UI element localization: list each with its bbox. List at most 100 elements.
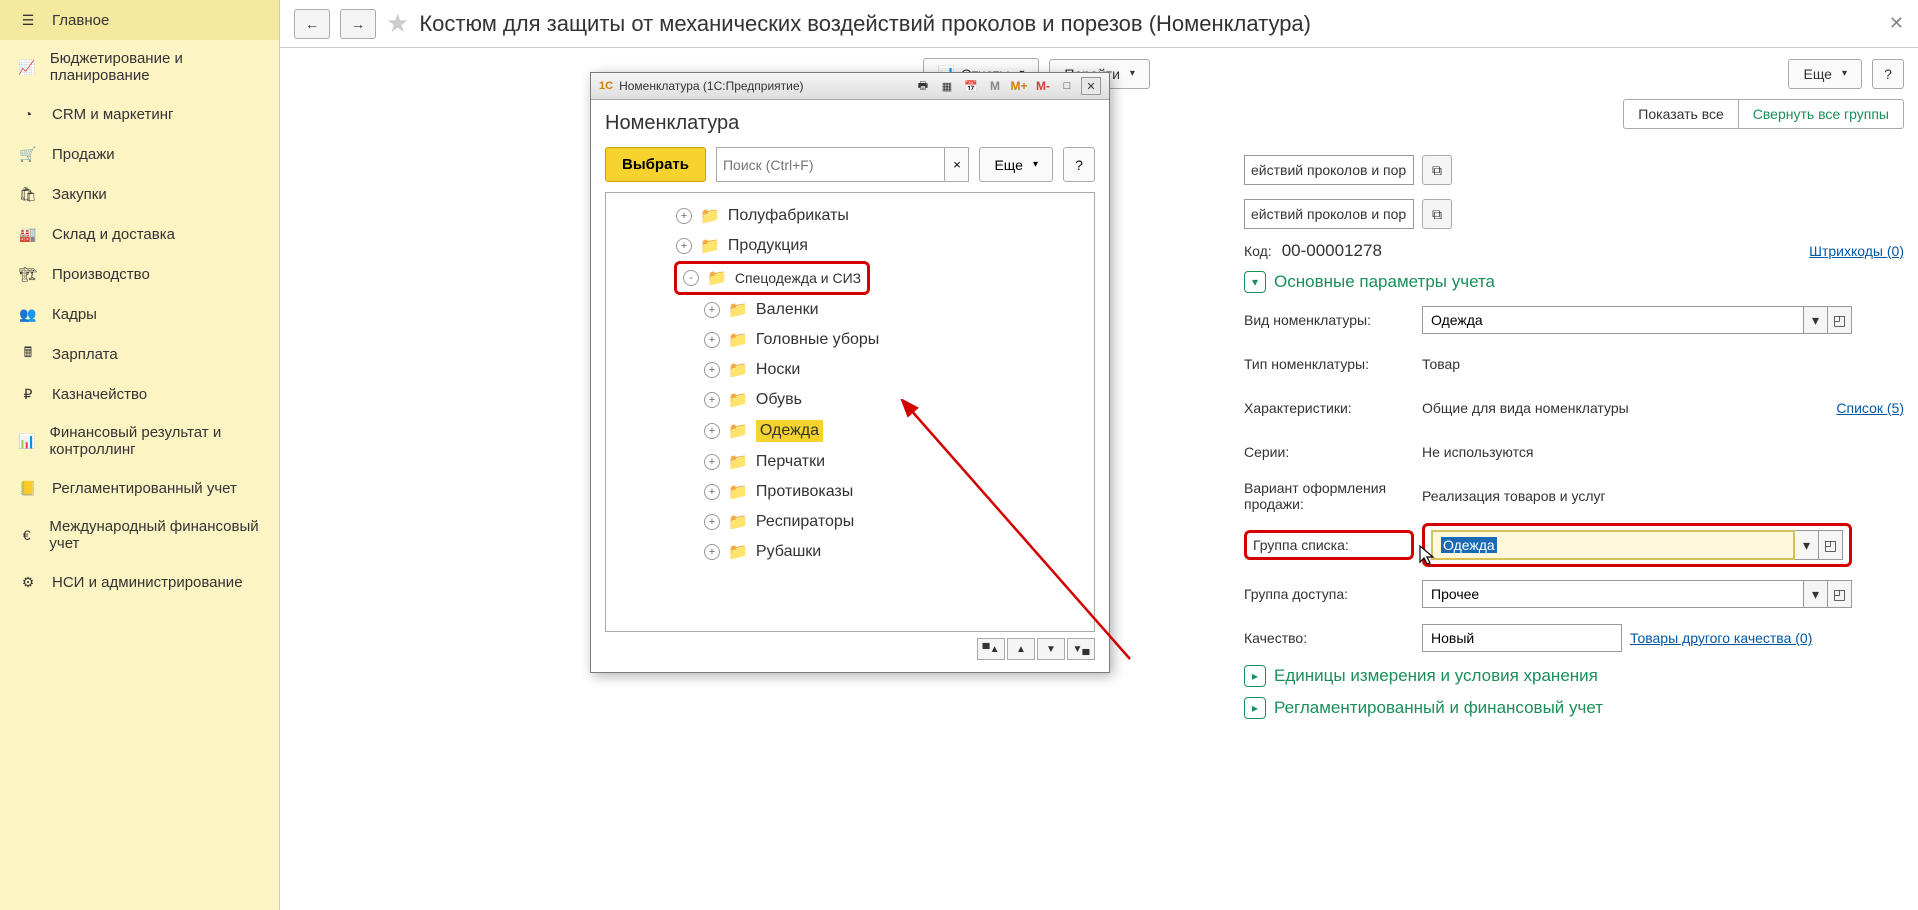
m-plus-icon[interactable]: M+ [1009,77,1029,95]
calendar-icon[interactable]: 📅 [961,77,981,95]
quality-link[interactable]: Товары другого качества (0) [1630,630,1812,646]
sidebar-item-budget[interactable]: 📈Бюджетирование и планирование [0,40,279,94]
m-icon[interactable]: M [985,77,1005,95]
sidebar-item-hr[interactable]: 👥Кадры [0,294,279,334]
maximize-icon[interactable]: □ [1057,77,1077,95]
close-icon[interactable]: ✕ [1081,77,1101,95]
collapse-groups-button[interactable]: Свернуть все группы [1739,99,1904,129]
tree-item-label: Респираторы [756,513,854,531]
tree-top-button[interactable]: ▀▲ [977,638,1005,660]
quality-input[interactable] [1422,624,1622,652]
sidebar-item-label: Продажи [52,146,115,163]
close-icon[interactable]: ✕ [1889,13,1904,34]
tree-item[interactable]: +📁Носки [702,355,1086,385]
app-logo-icon: 1C [599,80,613,92]
tree-item[interactable]: +📁Обувь [702,385,1086,415]
sidebar-item-crm[interactable]: ◔CRM и маркетинг [0,94,279,134]
copy-button-1[interactable]: ⧉ [1422,155,1452,185]
m-minus-icon[interactable]: M- [1033,77,1053,95]
folder-icon: 📁 [700,206,720,226]
char-value: Общие для вида номенклатуры [1422,400,1629,416]
char-list-link[interactable]: Список (5) [1836,400,1904,416]
sidebar-item-main[interactable]: ☰Главное [0,0,279,40]
open-icon[interactable]: ◰ [1819,530,1843,560]
expand-icon[interactable]: + [676,208,692,224]
tree-item[interactable]: -📁Спецодежда и СИЗ [674,261,870,295]
tree-item[interactable]: +📁Перчатки [702,447,1086,477]
expand-icon[interactable]: + [704,454,720,470]
tree-item[interactable]: +📁Рубашки [702,537,1086,567]
barcodes-link[interactable]: Штрихкоды (0) [1809,243,1904,259]
expand-icon[interactable]: + [704,484,720,500]
expand-icon[interactable]: + [704,544,720,560]
sidebar-item-sales[interactable]: 🛒Продажи [0,134,279,174]
expand-icon[interactable]: + [676,238,692,254]
section-units[interactable]: ▸ Единицы измерения и условия хранения [1244,665,1904,687]
tree-item[interactable]: +📁Одежда [702,415,1086,447]
tree-item[interactable]: +📁Противоказы [702,477,1086,507]
sidebar-item-purchases[interactable]: 🛍Закупки [0,174,279,214]
collapse-icon[interactable]: - [683,270,699,286]
copy-button-2[interactable]: ⧉ [1422,199,1452,229]
sidebar-item-warehouse[interactable]: 🏭Склад и доставка [0,214,279,254]
expand-icon[interactable]: + [704,514,720,530]
expand-icon[interactable]: + [704,362,720,378]
tree-item-label: Противоказы [756,483,853,501]
sidebar-item-admin[interactable]: ⚙НСИ и администрирование [0,562,279,602]
open-icon[interactable]: ◰ [1828,580,1852,608]
sidebar-item-label: Бюджетирование и планирование [50,50,261,84]
name-clip-1[interactable]: ействий проколов и пор [1244,155,1414,185]
bars-icon: 📊 [18,431,35,451]
tree-down-button[interactable]: ▼ [1037,638,1065,660]
tree-item[interactable]: +📁Головные уборы [702,325,1086,355]
favorite-star-icon[interactable]: ★ [386,8,409,39]
show-all-button[interactable]: Показать все [1623,99,1738,129]
warehouse-icon: 🏭 [18,224,38,244]
section-fin[interactable]: ▸ Регламентированный и финансовый учет [1244,697,1904,719]
ruble-icon: ₽ [18,384,38,404]
sidebar-item-finresult[interactable]: 📊Финансовый результат и контроллинг [0,414,279,468]
sidebar-item-production[interactable]: 🏗Производство [0,254,279,294]
tree-item-label: Спецодежда и СИЗ [735,270,861,286]
sidebar-item-ifrs[interactable]: €Международный финансовый учет [0,508,279,562]
sidebar-item-accounting[interactable]: 📒Регламентированный учет [0,468,279,508]
popup-help-button[interactable]: ? [1063,147,1095,182]
sidebar-item-treasury[interactable]: ₽Казначейство [0,374,279,414]
dropdown-icon[interactable]: ▾ [1804,580,1828,608]
sidebar-item-label: Производство [52,266,150,283]
popup-titlebar[interactable]: 1C Номенклатура (1С:Предприятие) 🖶 ▦ 📅 M… [591,73,1109,100]
expand-icon[interactable]: + [704,423,720,439]
sidebar-item-label: Кадры [52,306,97,323]
folder-icon: 📁 [728,330,748,350]
nav-back-button[interactable]: ← [294,9,330,39]
tree-bottom-button[interactable]: ▼▄ [1067,638,1095,660]
tree-item[interactable]: +📁Продукция [674,231,1086,261]
expand-icon[interactable]: + [704,332,720,348]
tree-item[interactable]: +📁Валенки [702,295,1086,325]
nav-forward-button[interactable]: → [340,9,376,39]
section-main-params[interactable]: ▾ Основные параметры учета [1244,271,1904,293]
dropdown-icon[interactable]: ▾ [1804,306,1828,334]
type-input[interactable] [1422,306,1804,334]
popup-more-button[interactable]: Еще [979,147,1053,182]
clear-search-button[interactable]: × [945,147,969,182]
calc-icon[interactable]: ▦ [937,77,957,95]
saleform-value: Реализация товаров и услуг [1422,488,1606,504]
select-button[interactable]: Выбрать [605,147,706,182]
tree-item[interactable]: +📁Полуфабрикаты [674,201,1086,231]
print-icon[interactable]: 🖶 [913,77,933,95]
access-input[interactable] [1422,580,1804,608]
more-button[interactable]: Еще [1788,59,1862,89]
tree-up-button[interactable]: ▲ [1007,638,1035,660]
dropdown-icon[interactable]: ▾ [1795,530,1819,560]
menu-icon: ☰ [18,10,38,30]
open-icon[interactable]: ◰ [1828,306,1852,334]
expand-icon[interactable]: + [704,392,720,408]
sidebar-item-payroll[interactable]: 🖩Зарплата [0,334,279,374]
help-button[interactable]: ? [1872,59,1904,89]
group-input[interactable]: Одежда [1431,530,1795,560]
search-input[interactable] [716,147,945,182]
expand-icon[interactable]: + [704,302,720,318]
tree-item[interactable]: +📁Респираторы [702,507,1086,537]
name-clip-2[interactable]: ействий проколов и пор [1244,199,1414,229]
